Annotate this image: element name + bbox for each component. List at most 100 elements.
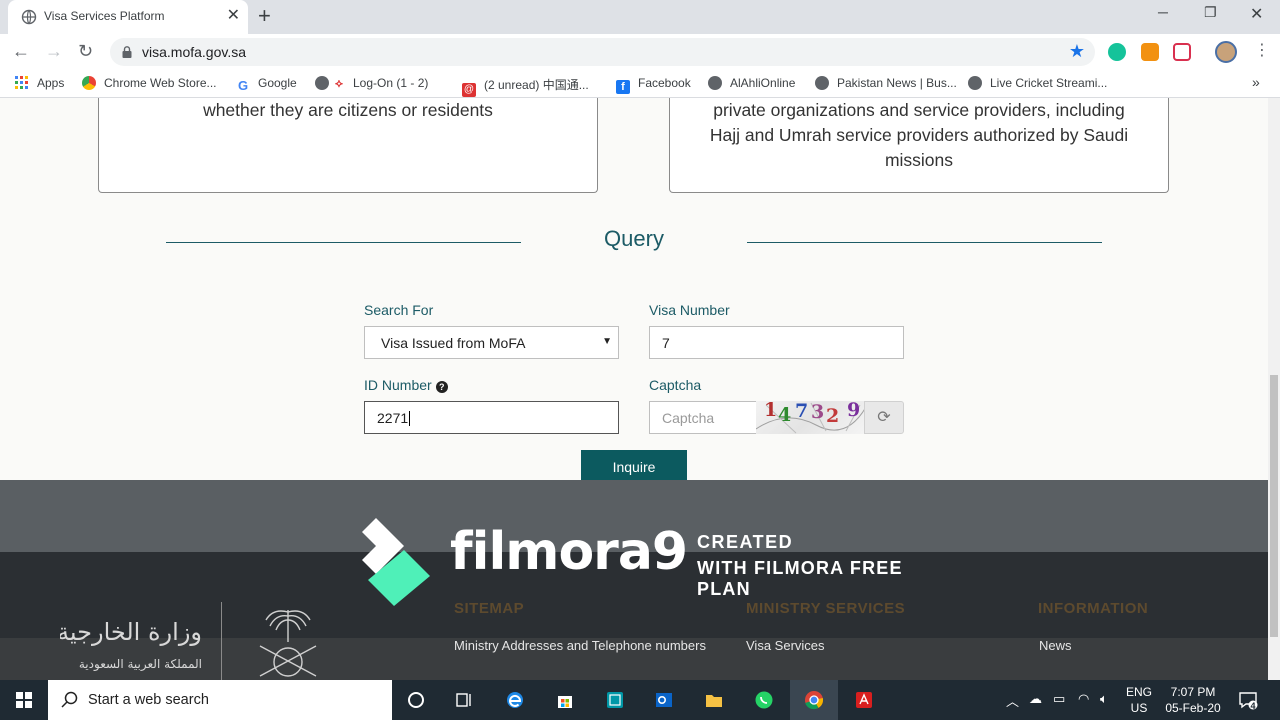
cortana-button[interactable]: [392, 680, 440, 720]
wifi-icon[interactable]: ◠: [1078, 691, 1089, 707]
search-placeholder: Start a web search: [88, 692, 209, 708]
text-caret: [409, 411, 411, 426]
taskbar-chrome[interactable]: [790, 680, 838, 720]
question-mark-icon[interactable]: ?: [435, 381, 448, 393]
visa-number-value: 7: [662, 335, 670, 351]
bookmark-label: Pakistan News | Bus...: [837, 76, 957, 90]
edge-icon: [507, 692, 523, 708]
tab-visa-services[interactable]: Visa Services Platform ✕: [8, 0, 248, 34]
captcha-refresh-button[interactable]: ⟳: [864, 401, 904, 434]
bookmark-live-cricket[interactable]: Live Cricket Streami...: [968, 76, 1107, 90]
onedrive-cloud-icon[interactable]: ☁: [1029, 691, 1042, 707]
folder-icon: [706, 695, 722, 707]
lang-bottom: US: [1130, 701, 1148, 715]
captcha-char: 1: [764, 401, 778, 421]
globe-icon: [315, 76, 329, 90]
taskbar-whatsapp[interactable]: [740, 680, 788, 720]
bookmark-label: Apps: [37, 76, 65, 90]
taskbar-search-box[interactable]: Start a web search: [48, 680, 392, 720]
footer-link-visa-services[interactable]: Visa Services: [746, 638, 825, 653]
bookmark-chrome-web-store[interactable]: Chrome Web Store...: [82, 76, 217, 90]
taskbar-file-explorer[interactable]: [690, 680, 738, 720]
scrollbar-thumb[interactable]: [1270, 375, 1278, 637]
lang-top: ENG: [1125, 685, 1152, 699]
bookmark-label: Live Cricket Streami...: [990, 76, 1108, 90]
filmora-wordmark: filmora9: [450, 522, 688, 582]
tab-strip: Visa Services Platform ✕ + ─ ❐ ✕: [0, 0, 1280, 34]
address-bar[interactable]: visa.mofa.gov.sa ★: [110, 38, 1095, 66]
bookmark-facebook[interactable]: f Facebook: [616, 76, 691, 94]
windows-start-icon[interactable]: [0, 680, 48, 720]
captcha-input[interactable]: Captcha: [649, 401, 757, 434]
service-card-organizations[interactable]: private organizations and service provid…: [669, 98, 1169, 193]
browser-toolbar: ← → ↻ visa.mofa.gov.sa ★ ⋮: [0, 34, 1280, 70]
bookmark-apps[interactable]: Apps: [15, 76, 64, 90]
filmora-plan-text: WITH FILMORA FREE PLAN: [697, 558, 903, 599]
reload-icon[interactable]: ↻: [78, 41, 93, 61]
chrome-web-store-icon: [82, 76, 96, 90]
new-tab-button[interactable]: +: [258, 5, 271, 27]
search-for-select[interactable]: Visa Issued from MoFA ▼: [364, 326, 619, 359]
footer-link-news[interactable]: News: [1039, 638, 1072, 653]
google-icon: G: [236, 78, 250, 93]
calculator-app-icon: [607, 692, 623, 708]
store-bag-icon: [558, 696, 572, 708]
captcha-char: 9: [847, 401, 861, 421]
divider-left: [166, 242, 521, 243]
restore-icon[interactable]: ❐: [1204, 4, 1217, 21]
volume-icon[interactable]: 🔈︎: [1100, 691, 1108, 707]
bookmark-pakistan-news[interactable]: Pakistan News | Bus...: [815, 76, 957, 90]
pocket-icon[interactable]: [1173, 43, 1191, 61]
id-number-input[interactable]: 2271: [364, 401, 619, 434]
search-icon: [61, 691, 78, 708]
language-indicator[interactable]: ENG US: [1124, 684, 1154, 716]
show-hidden-icons-chevron-icon[interactable]: ︿: [1006, 691, 1019, 710]
service-card-individuals[interactable]: whether they are citizens or residents: [98, 98, 598, 193]
close-tab-icon[interactable]: ✕: [227, 8, 240, 24]
profile-avatar[interactable]: [1215, 41, 1237, 63]
chrome-icon: [805, 691, 824, 710]
notification-count: 4: [1250, 701, 1256, 711]
bookmark-label: Log-On (1 - 2): [353, 76, 429, 90]
bookmark-alahli[interactable]: AlAhliOnline: [708, 76, 795, 90]
taskbar-acrobat[interactable]: [840, 680, 888, 720]
outlook-icon: [656, 693, 672, 707]
id-number-label: ID Number?: [364, 377, 448, 393]
forward-arrow-icon[interactable]: →: [45, 41, 63, 61]
bookmark-logon[interactable]: ⟡ Log-On (1 - 2): [315, 76, 428, 91]
card-description: whether they are citizens or residents: [203, 100, 493, 120]
page-scrollbar[interactable]: [1268, 98, 1280, 680]
footer-link-ministry-addresses[interactable]: Ministry Addresses and Telephone numbers: [454, 638, 706, 653]
divider-right: [747, 242, 1102, 243]
grammarly-icon[interactable]: [1108, 43, 1126, 61]
minimize-icon[interactable]: ─: [1158, 4, 1168, 20]
saudi-emblem-icon: [259, 610, 317, 677]
logo-ar-line2: المملكة العربية السعودية: [79, 657, 202, 672]
logo-ar-line1: وزارة الخارجية: [60, 618, 202, 646]
bookmark-unread-mail[interactable]: @ (2 unread) 中国通...: [462, 76, 589, 97]
bookmark-label: Chrome Web Store...: [104, 76, 217, 90]
bookmark-star-icon[interactable]: ★: [1069, 41, 1085, 62]
globe-icon: [708, 76, 722, 90]
back-arrow-icon[interactable]: ←: [12, 41, 30, 61]
cortana-circle-icon: [408, 692, 424, 708]
lock-icon: [122, 46, 132, 58]
taskbar-outlook[interactable]: [640, 680, 688, 720]
chrome-menu-icon[interactable]: ⋮: [1254, 41, 1270, 61]
more-bookmarks-icon[interactable]: »: [1252, 74, 1260, 90]
logo-divider: [221, 602, 222, 680]
taskbar-store[interactable]: [541, 680, 589, 720]
shopping-extension-icon[interactable]: [1141, 43, 1159, 61]
mail-at-icon: @: [462, 83, 476, 97]
battery-icon[interactable]: ▭: [1053, 691, 1065, 707]
taskbar-edge[interactable]: [491, 680, 539, 720]
bookmark-google[interactable]: G Google: [236, 76, 297, 93]
task-view-button[interactable]: [440, 680, 488, 720]
system-clock[interactable]: 7:07 PM 05-Feb-20: [1160, 684, 1226, 716]
id-number-label-text: ID Number: [364, 377, 432, 393]
globe-icon: [968, 76, 982, 90]
bookmark-label: AlAhliOnline: [730, 76, 796, 90]
taskbar-sway[interactable]: [591, 680, 639, 720]
close-window-icon[interactable]: ✕: [1250, 4, 1263, 24]
visa-number-input[interactable]: 7: [649, 326, 904, 359]
